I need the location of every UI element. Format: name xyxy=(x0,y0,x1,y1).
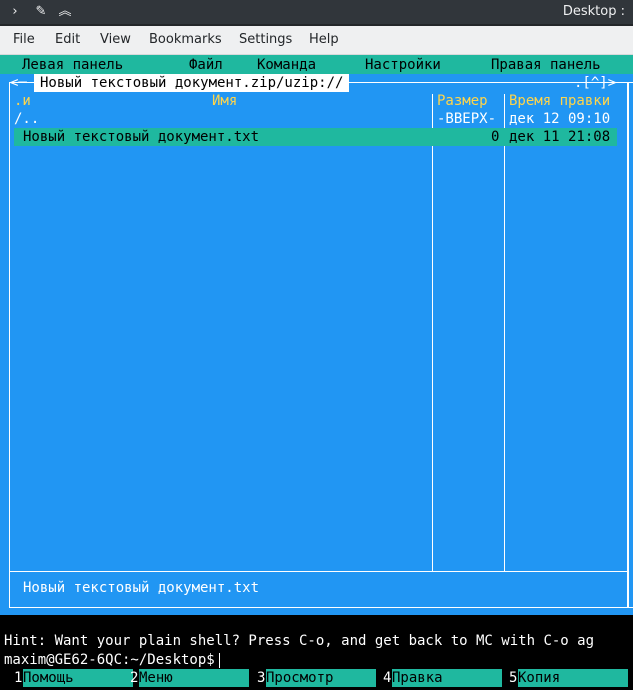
terminal[interactable]: Левая панель Файл Команда Настройки Прав… xyxy=(0,55,633,690)
hint-line: Hint: Want your plain shell? Press C-o, … xyxy=(4,633,595,649)
window-titlebar: › ✎ ︽ Desktop : xyxy=(0,0,633,24)
column-divider xyxy=(504,94,505,571)
fkey-number: 2 xyxy=(130,670,139,686)
menu-bar: File Edit View Bookmarks Settings Help xyxy=(0,26,633,55)
panel-history-right[interactable]: .[^]> xyxy=(574,74,616,92)
fkey-label: Просмотр xyxy=(266,669,376,687)
row-name: Новый текстовый документ.txt xyxy=(23,129,260,145)
mc-menu-right-panel[interactable]: Правая панель xyxy=(491,56,601,74)
panel-status-line: Новый текстовый документ.txt xyxy=(23,580,260,596)
fkey-label: Копия xyxy=(518,669,628,687)
column-sort-indicator[interactable]: .и xyxy=(14,92,31,110)
mc-menu-command[interactable]: Команда xyxy=(257,56,316,74)
keep-above-icon[interactable]: ︽ xyxy=(56,3,74,21)
row-size: 0 xyxy=(491,129,500,145)
row-name: /.. xyxy=(14,111,40,127)
panel-separator xyxy=(10,571,627,572)
menu-settings[interactable]: Settings xyxy=(239,26,292,54)
row-size: -ВВЕРХ- xyxy=(437,111,497,127)
adjacent-panel-border xyxy=(628,82,633,608)
file-panel[interactable]: <─ Новый текстовый документ.zip/uzip:// … xyxy=(0,74,633,615)
menu-edit[interactable]: Edit xyxy=(55,26,80,54)
text-cursor xyxy=(218,652,220,668)
row-mtime: дек 11 21:08 xyxy=(509,129,611,145)
shell-prompt[interactable]: maxim@GE62-6QC:~/Desktop$ xyxy=(4,651,220,669)
pin-icon[interactable]: ✎ xyxy=(32,3,50,21)
prompt-text: maxim@GE62-6QC:~/Desktop$ xyxy=(4,652,215,668)
panel-history-left[interactable]: <─ xyxy=(10,74,27,92)
table-row-selected[interactable]: Новый текстовый документ.txt 0 дек 11 21… xyxy=(14,128,617,146)
panel-border xyxy=(9,82,628,608)
column-divider xyxy=(432,94,433,571)
column-header-size[interactable]: Размер xyxy=(437,92,488,110)
menu-bookmarks[interactable]: Bookmarks xyxy=(149,26,222,54)
mc-menu-file[interactable]: Файл xyxy=(189,56,223,74)
fkey-label: Помощь xyxy=(23,669,133,687)
function-key-bar: 1 Помощь 2 Меню 3 Просмотр 4 Правка 5 Ко… xyxy=(0,668,633,688)
menu-help[interactable]: Help xyxy=(309,26,339,54)
table-row[interactable]: /.. -ВВЕРХ- дек 12 09:10 xyxy=(14,110,617,128)
mc-menu-options[interactable]: Настройки xyxy=(365,56,441,74)
window-title: Desktop : xyxy=(562,4,625,19)
menu-file[interactable]: File xyxy=(13,26,35,54)
column-header-name[interactable]: Имя xyxy=(212,92,237,110)
terminal-icon[interactable]: › xyxy=(6,3,24,21)
panel-path: Новый текстовый документ.zip/uzip:// xyxy=(34,74,350,92)
fkey-number: 3 xyxy=(257,670,266,686)
column-header-mtime[interactable]: Время правки xyxy=(509,92,610,110)
fkey-label: Правка xyxy=(392,669,502,687)
mc-menu-bar: Левая панель Файл Команда Настройки Прав… xyxy=(0,55,633,74)
fkey-number: 4 xyxy=(383,670,392,686)
menu-view[interactable]: View xyxy=(100,26,131,54)
mc-menu-left-panel[interactable]: Левая панель xyxy=(22,56,123,74)
fkey-number: 1 xyxy=(14,670,23,686)
fkey-number: 5 xyxy=(509,670,518,686)
fkey-label: Меню xyxy=(139,669,249,687)
row-mtime: дек 12 09:10 xyxy=(509,111,611,127)
